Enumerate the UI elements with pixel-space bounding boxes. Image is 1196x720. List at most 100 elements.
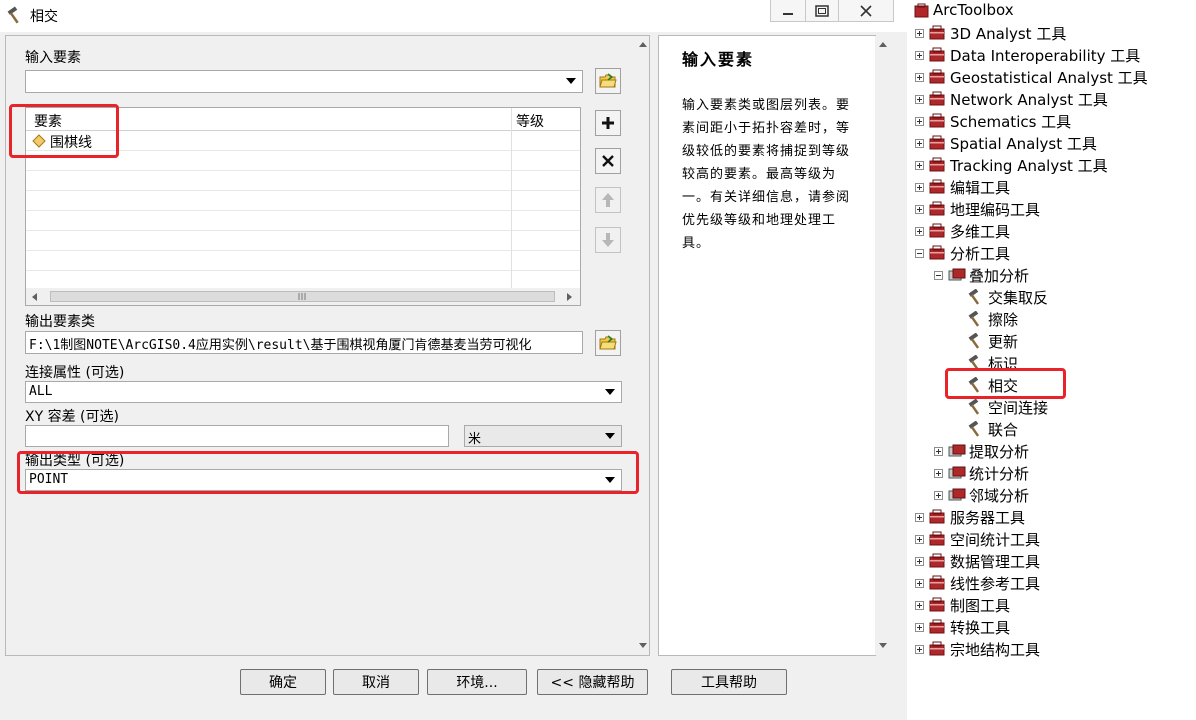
expand-icon[interactable]	[915, 183, 924, 192]
intersect-dialog: 相交 输入要素 要素 等级 围棋线 输出要素类 F:\1制图NOTE\ArcGI…	[0, 0, 907, 720]
move-up-button[interactable]	[595, 187, 621, 213]
tree-item-label: Tracking Analyst 工具	[950, 157, 1108, 175]
tree-item-data-management[interactable]: 数据管理工具	[907, 550, 1196, 572]
tree-item-linear-referencing[interactable]: 线性参考工具	[907, 572, 1196, 594]
expand-icon[interactable]	[915, 227, 924, 236]
browse-input-button[interactable]	[595, 68, 621, 94]
tree-item-spatial-analyst[interactable]: Spatial Analyst 工具	[907, 132, 1196, 154]
tree-item-label: 空间统计工具	[950, 531, 1041, 549]
tree-item-multidimension[interactable]: 多维工具	[907, 220, 1196, 242]
tree-item-proximity[interactable]: 邻域分析	[907, 484, 1196, 506]
hammer-icon	[968, 421, 980, 437]
move-down-button[interactable]	[595, 227, 621, 253]
minimize-button[interactable]	[770, 0, 806, 22]
tree-item-data-interop[interactable]: Data Interoperability 工具	[907, 44, 1196, 66]
environments-button[interactable]: 环境...	[427, 669, 527, 695]
toolbox-icon	[929, 223, 945, 238]
plus-icon	[602, 117, 614, 129]
expand-icon[interactable]	[915, 29, 924, 38]
add-row-button[interactable]	[595, 110, 621, 136]
tree-item-spatial-join[interactable]: 空间连接	[907, 396, 1196, 418]
tree-item-analysis[interactable]: 分析工具	[907, 242, 1196, 264]
output-feature-class-label: 输出要素类	[25, 314, 95, 330]
xy-tolerance-input[interactable]	[25, 425, 449, 447]
tree-item-cartography[interactable]: 制图工具	[907, 594, 1196, 616]
expand-icon[interactable]	[934, 469, 943, 478]
tree-item-network-analyst[interactable]: Network Analyst 工具	[907, 88, 1196, 110]
expand-icon[interactable]	[915, 139, 924, 148]
close-button[interactable]	[838, 0, 894, 22]
help-scrollbar[interactable]	[875, 36, 891, 655]
expand-icon[interactable]	[915, 601, 924, 610]
tree-item-statistics[interactable]: 统计分析	[907, 462, 1196, 484]
remove-row-button[interactable]	[595, 148, 621, 174]
help-title: 输入要素	[682, 50, 755, 69]
tree-item-schematics[interactable]: Schematics 工具	[907, 110, 1196, 132]
tree-root[interactable]: ArcToolbox	[933, 1, 1014, 23]
title-bar: 相交	[0, 0, 907, 32]
join-attributes-label: 连接属性 (可选)	[25, 365, 125, 381]
hammer-icon	[968, 289, 980, 305]
restore-button[interactable]	[805, 0, 839, 22]
collapse-icon[interactable]	[915, 249, 924, 258]
tree-item-label: 分析工具	[950, 245, 1011, 263]
tree-item-overlay[interactable]: 叠加分析	[907, 264, 1196, 286]
expand-icon[interactable]	[915, 579, 924, 588]
tree-item-label: 数据管理工具	[950, 553, 1041, 571]
expand-icon[interactable]	[934, 491, 943, 500]
tree-item-update[interactable]: 更新	[907, 330, 1196, 352]
tree-item-symmetrical-difference[interactable]: 交集取反	[907, 286, 1196, 308]
browse-output-button[interactable]	[595, 330, 621, 356]
expand-icon[interactable]	[915, 95, 924, 104]
tree-item-3d-analyst[interactable]: 3D Analyst 工具	[907, 22, 1196, 44]
scroll-up-icon	[879, 42, 887, 47]
join-attributes-select[interactable]: ALL	[25, 381, 622, 403]
xy-unit-select[interactable]: 米	[464, 425, 622, 447]
tree-item-extract[interactable]: 提取分析	[907, 440, 1196, 462]
expand-icon[interactable]	[915, 535, 924, 544]
toolbox-icon	[929, 531, 945, 546]
tree-item-erase[interactable]: 擦除	[907, 308, 1196, 330]
highlight-box	[9, 104, 119, 158]
tool-help-button[interactable]: 工具帮助	[671, 669, 787, 695]
tree-item-geostatistical[interactable]: Geostatistical Analyst 工具	[907, 66, 1196, 88]
expand-icon[interactable]	[934, 447, 943, 456]
toolset-icon	[948, 466, 966, 479]
expand-icon[interactable]	[915, 51, 924, 60]
grip-icon	[298, 293, 306, 300]
input-features-label: 输入要素	[25, 50, 81, 66]
hammer-icon	[7, 6, 19, 24]
toolset-icon	[948, 444, 966, 457]
expand-icon[interactable]	[915, 205, 924, 214]
tree-item-conversion[interactable]: 转换工具	[907, 616, 1196, 638]
tree-item-geocoding[interactable]: 地理编码工具	[907, 198, 1196, 220]
join-attributes-value: ALL	[29, 384, 53, 399]
expand-icon[interactable]	[915, 161, 924, 170]
output-path-value: F:\1制图NOTE\ArcGIS0.4应用实例\result\基于围棋视角厦门…	[29, 338, 532, 353]
tree-item-server[interactable]: 服务器工具	[907, 506, 1196, 528]
expand-icon[interactable]	[915, 623, 924, 632]
tree-item-label: 交集取反	[988, 289, 1049, 307]
ok-button[interactable]: 确定	[240, 669, 326, 695]
tree-item-tracking-analyst[interactable]: Tracking Analyst 工具	[907, 154, 1196, 176]
tree-item-parcel-fabric[interactable]: 宗地结构工具	[907, 638, 1196, 660]
hide-help-button[interactable]: << 隐藏帮助	[537, 669, 648, 695]
output-feature-class-input[interactable]: F:\1制图NOTE\ArcGIS0.4应用实例\result\基于围棋视角厦门…	[25, 331, 583, 354]
tree-item-spatial-statistics[interactable]: 空间统计工具	[907, 528, 1196, 550]
expand-icon[interactable]	[915, 645, 924, 654]
collapse-icon[interactable]	[934, 271, 943, 280]
toolbox-icon	[929, 641, 945, 656]
input-features-combo[interactable]	[25, 70, 583, 93]
tree-item-editing[interactable]: 编辑工具	[907, 176, 1196, 198]
scroll-thumb[interactable]	[50, 291, 555, 302]
cancel-button[interactable]: 取消	[333, 669, 419, 695]
expand-icon[interactable]	[915, 513, 924, 522]
tree-item-union[interactable]: 联合	[907, 418, 1196, 440]
tree-item-label: 统计分析	[969, 465, 1030, 483]
toolbox-icon	[929, 245, 945, 260]
table-horizontal-scrollbar[interactable]	[26, 288, 580, 305]
expand-icon[interactable]	[915, 117, 924, 126]
expand-icon[interactable]	[915, 557, 924, 566]
expand-icon[interactable]	[915, 73, 924, 82]
parameters-scrollbar[interactable]	[637, 36, 649, 655]
